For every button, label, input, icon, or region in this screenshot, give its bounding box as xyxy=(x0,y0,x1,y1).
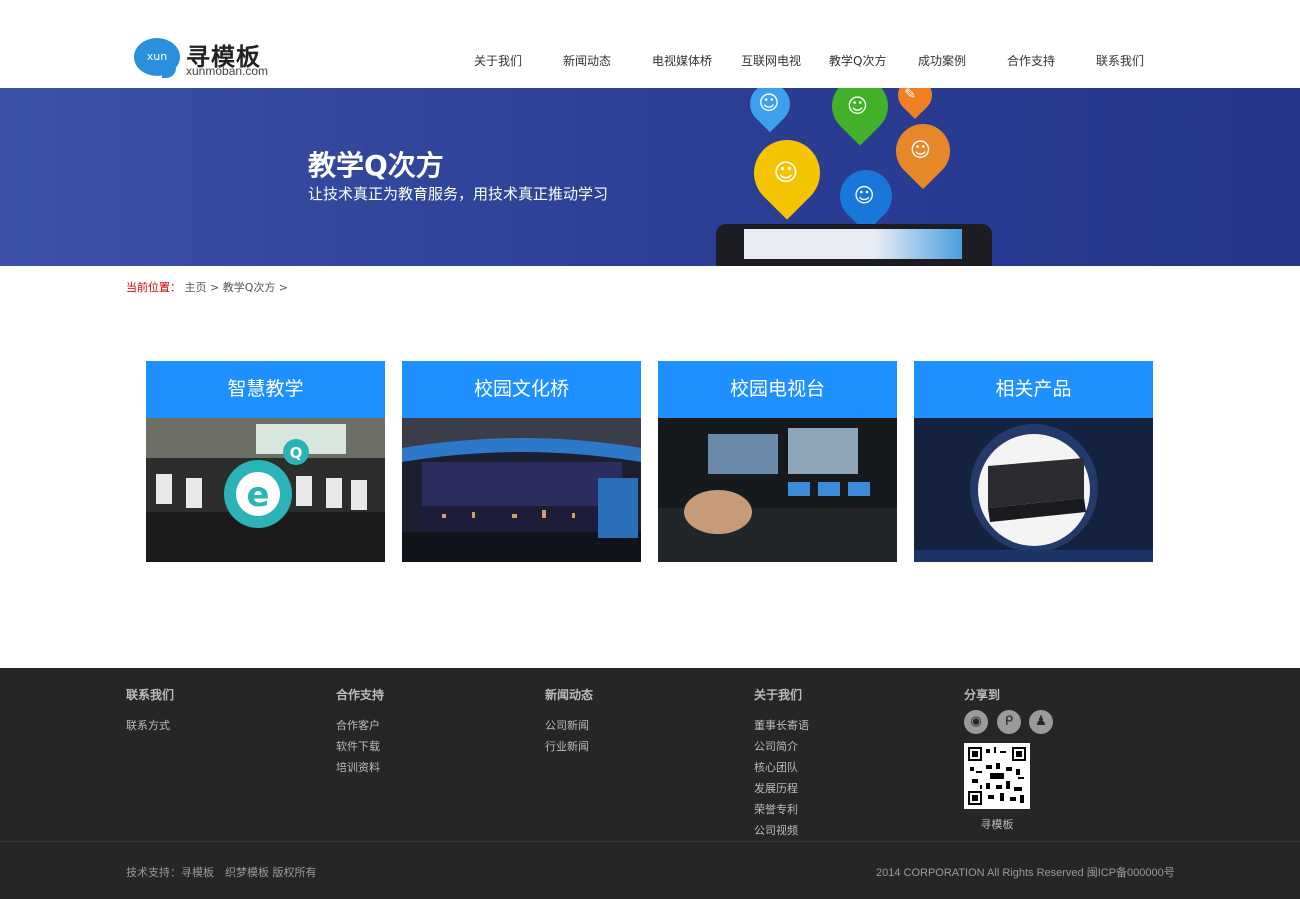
logo[interactable]: xun 寻模板 xunmoban.com xyxy=(134,36,294,78)
nav-item-support[interactable]: 合作支持 xyxy=(1007,52,1055,69)
share-title: 分享到 xyxy=(964,688,1001,702)
card-related-products[interactable]: 相关产品 xyxy=(914,361,1153,562)
svg-text:Q: Q xyxy=(290,444,303,462)
footer-col-contact: 联系我们 联系方式 xyxy=(126,686,174,736)
nav-item-about[interactable]: 关于我们 xyxy=(474,52,522,69)
nav-item-teaching-q[interactable]: 教学Q次方 xyxy=(829,52,886,69)
student-pin-icon: ☺ xyxy=(884,112,962,190)
footer-link[interactable]: 公司视频 xyxy=(754,820,809,841)
header: xun 寻模板 xunmoban.com 关于我们 新闻动态 电视媒体桥 互联网… xyxy=(0,0,1300,88)
product-device-image xyxy=(914,418,1153,562)
footer-link[interactable]: 核心团队 xyxy=(754,757,809,778)
footer-link[interactable]: 培训资料 xyxy=(336,757,384,778)
classroom-image: e Q xyxy=(146,418,385,562)
tencent-weibo-icon[interactable]: ᑭ xyxy=(997,710,1021,734)
footer-tech-support: 技术支持：寻模板 织梦模板 版权所有 xyxy=(126,866,317,879)
breadcrumb-separator: > xyxy=(210,281,220,294)
user-pin-icon: ☺ xyxy=(741,88,799,133)
footer-col-title: 合作支持 xyxy=(336,688,385,702)
breadcrumb-home-link[interactable]: 主页 xyxy=(185,281,207,294)
footer-link[interactable]: 行业新闻 xyxy=(545,736,593,757)
broadcast-console-image xyxy=(658,418,897,562)
breadcrumb-label: 当前位置： xyxy=(126,281,181,294)
tablet-screen xyxy=(744,229,962,259)
footer-col-news: 新闻动态 公司新闻 行业新闻 xyxy=(545,686,593,757)
footer-col-title: 新闻动态 xyxy=(545,688,594,702)
weibo-icon[interactable]: ◉ xyxy=(964,710,988,734)
card-title: 校园文化桥 xyxy=(402,361,641,418)
banner-title: 教学Q次方 xyxy=(308,149,444,182)
studio-image xyxy=(402,418,641,562)
nav-item-internet-tv[interactable]: 互联网电视 xyxy=(741,52,801,69)
footer-link[interactable]: 软件下载 xyxy=(336,736,384,757)
qq-icon[interactable]: ♟ xyxy=(1029,710,1053,734)
nav-item-news[interactable]: 新闻动态 xyxy=(563,52,611,69)
qr-caption: 寻模板 xyxy=(980,818,1014,831)
card-title: 智慧教学 xyxy=(146,361,385,418)
group-pin-icon: ☺ xyxy=(820,88,900,146)
qr-code xyxy=(964,743,1030,809)
tablet-image xyxy=(716,224,992,266)
people-pin-icon: ☺ xyxy=(829,159,903,233)
logo-domain: xunmoban.com xyxy=(186,64,269,78)
nav-item-cases[interactable]: 成功案例 xyxy=(918,52,966,69)
card-campus-tv-station[interactable]: 校园电视台 xyxy=(658,361,897,562)
footer-copyright: 2014 CORPORATION All Rights Reserved 闽IC… xyxy=(876,867,1175,879)
card-title: 校园电视台 xyxy=(658,361,897,418)
breadcrumb: 当前位置： 主页 > 教学Q次方 > xyxy=(126,279,288,295)
banner-subtitle: 让技术真正为教育服务，用技术真正推动学习 xyxy=(308,185,609,203)
footer-col-support: 合作支持 合作客户 软件下载 培训资料 xyxy=(336,686,384,778)
footer-link[interactable]: 联系方式 xyxy=(126,715,174,736)
footer-link[interactable]: 荣誉专利 xyxy=(754,799,809,820)
footer-col-title: 联系我们 xyxy=(126,688,175,702)
nav-item-contact[interactable]: 联系我们 xyxy=(1096,52,1144,69)
card-smart-teaching[interactable]: 智慧教学 e Q xyxy=(146,361,385,562)
footer-link[interactable]: 公司新闻 xyxy=(545,715,593,736)
footer-link[interactable]: 发展历程 xyxy=(754,778,809,799)
footer-col-about: 关于我们 董事长寄语 公司简介 核心团队 发展历程 荣誉专利 公司视频 xyxy=(754,686,809,841)
svg-text:e: e xyxy=(246,475,269,515)
card-campus-culture-bridge[interactable]: 校园文化桥 xyxy=(402,361,641,562)
card-title: 相关产品 xyxy=(914,361,1153,418)
nav-item-tv-bridge[interactable]: 电视媒体桥 xyxy=(652,52,712,69)
footer-col-title: 关于我们 xyxy=(754,688,803,702)
footer-link[interactable]: 董事长寄语 xyxy=(754,715,809,736)
edit-pin-icon: ✎ xyxy=(890,88,940,120)
breadcrumb-separator: > xyxy=(278,281,289,294)
breadcrumb-current-link[interactable]: 教学Q次方 xyxy=(223,281,276,294)
teacher-pin-icon: ☺ xyxy=(740,126,834,220)
logo-badge: xun xyxy=(134,38,180,78)
footer-link[interactable]: 公司简介 xyxy=(754,736,809,757)
footer-link[interactable]: 合作客户 xyxy=(336,715,384,736)
hero-banner: 教学Q次方 让技术真正为教育服务，用技术真正推动学习 ☺ ☺ ✎ ☺ ☺ ☺ xyxy=(0,88,1300,266)
footer-divider xyxy=(0,841,1300,842)
